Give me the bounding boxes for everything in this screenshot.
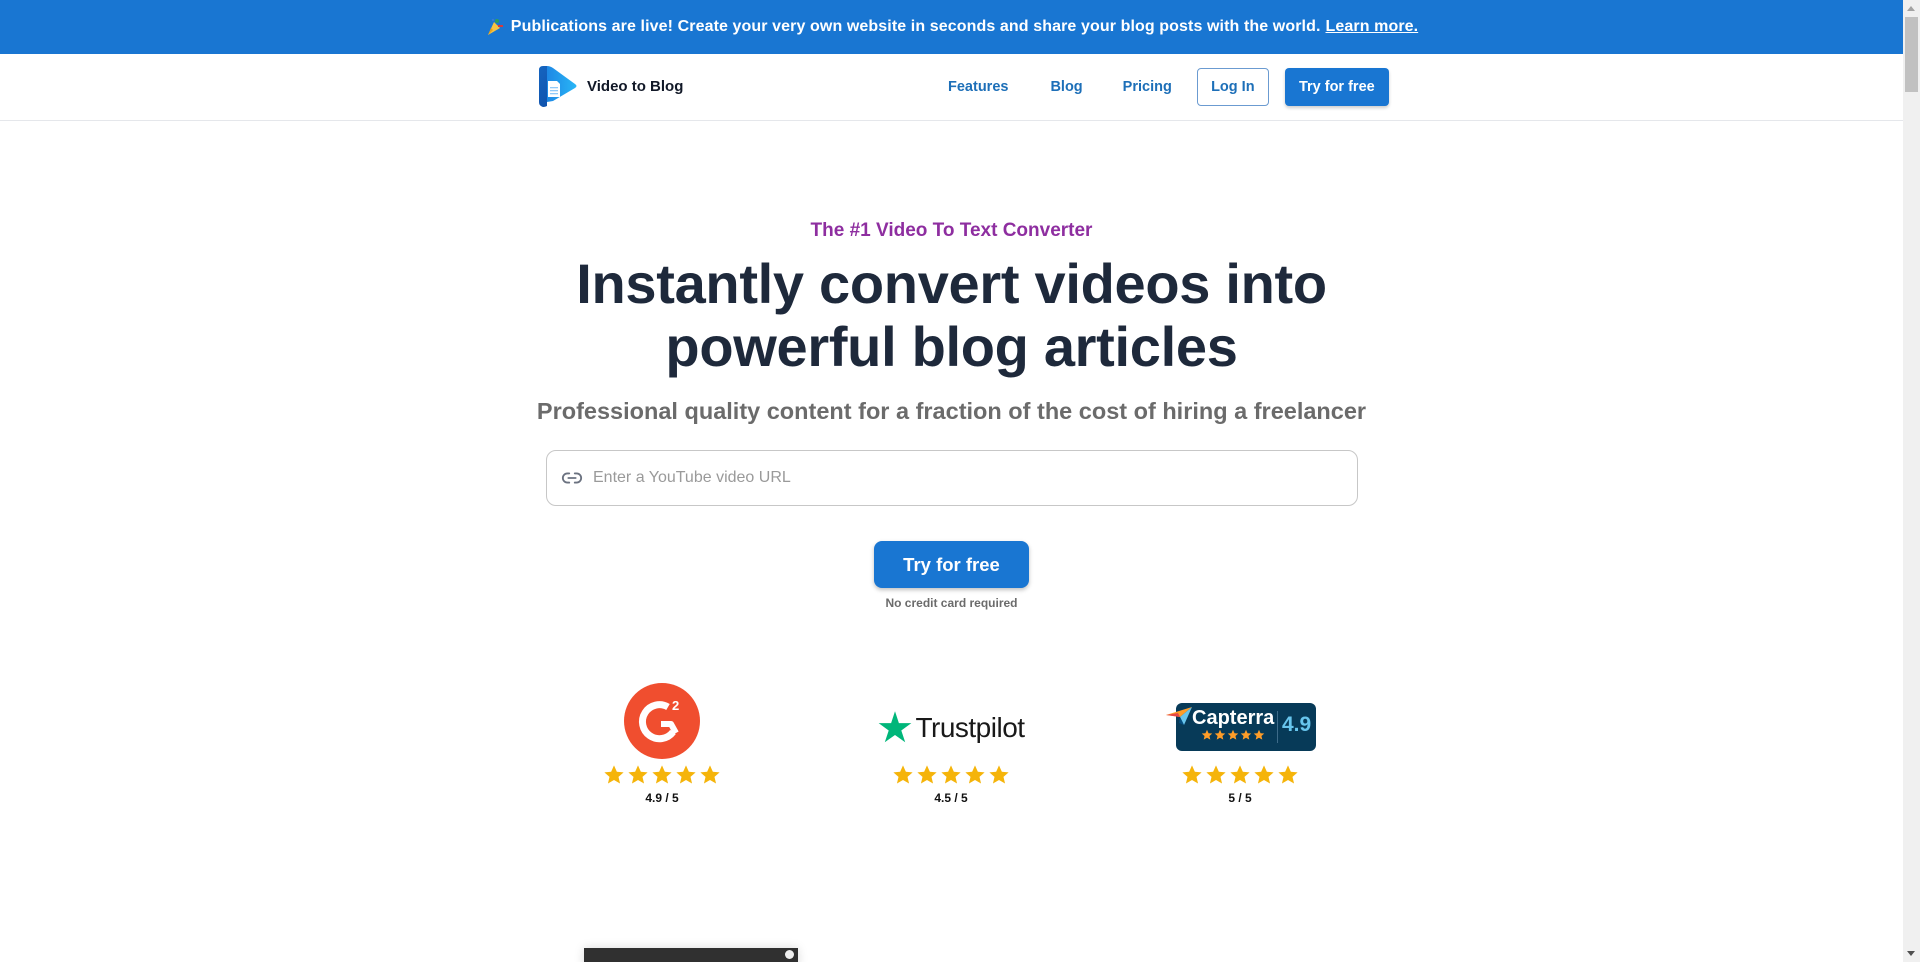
star-icon: [652, 765, 672, 784]
trustpilot-logo[interactable]: Trustpilot: [871, 684, 1031, 764]
party-popper-icon: [487, 18, 503, 35]
capterra-badge[interactable]: Capterra 4.9: [1166, 703, 1316, 751]
star-icon: [676, 765, 696, 784]
announcement-bar: Publications are live! Create your very …: [0, 0, 1903, 54]
youtube-url-input[interactable]: [593, 469, 1333, 487]
star-icon: [700, 765, 720, 784]
g2-score: 4.9 / 5: [645, 791, 679, 805]
capterra-score: 5 / 5: [1228, 791, 1252, 805]
brand-name: Video to Blog: [587, 77, 684, 95]
page-scrollbar[interactable]: [1903, 0, 1920, 962]
login-button[interactable]: Log In: [1196, 68, 1269, 106]
nav-links: Features Blog Pricing Log In Try for fre…: [948, 68, 1389, 106]
capterra-divider: [1277, 711, 1278, 743]
capterra-badge-score: 4.9: [1282, 713, 1312, 736]
star-icon: [965, 765, 985, 784]
brand-logo-link[interactable]: Video to Blog: [535, 64, 683, 108]
trustpilot-wordmark: Trustpilot: [915, 712, 1025, 743]
top-navigation: Video to Blog Features Blog Pricing Log …: [0, 54, 1903, 121]
star-icon: [1206, 765, 1226, 784]
capterra-arrow-icon: [1166, 707, 1192, 725]
star-icon: [1254, 765, 1274, 784]
announcement-text: Publications are live! Create your very …: [510, 18, 1321, 35]
capterra-badge-stars: [1192, 729, 1274, 741]
video-to-blog-logo-icon: [539, 66, 577, 107]
no-credit-card-note: No credit card required: [885, 596, 1018, 610]
link-icon: [561, 472, 583, 484]
rating-trustpilot: Trustpilot 4.5 / 5: [871, 684, 1031, 805]
star-icon: [604, 765, 624, 784]
star-icon: [941, 765, 961, 784]
star-icon: [893, 765, 913, 784]
g2-logo-icon[interactable]: 2: [624, 683, 700, 759]
star-icon: [1240, 729, 1252, 740]
star-icon: [1214, 729, 1226, 740]
nav-link-features[interactable]: Features: [948, 79, 1008, 95]
hero-headline: Instantly convert videos into powerful b…: [0, 252, 1903, 378]
scroll-down-arrow-icon[interactable]: [1907, 951, 1915, 956]
hero-headline-line-2: powerful blog articles: [665, 315, 1238, 378]
capterra-wordmark: Capterra: [1192, 707, 1275, 729]
capterra-stars: [1160, 764, 1320, 790]
hero-subheadline: Professional quality content for a fract…: [536, 398, 1367, 424]
youtube-url-field[interactable]: [546, 450, 1358, 506]
star-icon: [1230, 765, 1250, 784]
hero-try-for-free-button[interactable]: Try for free: [874, 541, 1029, 588]
page: Publications are live! Create your very …: [0, 0, 1903, 962]
star-icon: [989, 765, 1009, 784]
svg-text:2: 2: [672, 698, 679, 713]
trustpilot-star-icon: [879, 711, 912, 743]
scrollbar-thumb[interactable]: [1905, 17, 1918, 92]
rating-g2: 2 4.9 / 5: [582, 683, 742, 805]
star-icon: [1253, 729, 1265, 740]
nav-link-blog[interactable]: Blog: [1050, 79, 1082, 95]
nav-link-pricing[interactable]: Pricing: [1123, 79, 1172, 95]
g2-stars: [582, 764, 742, 790]
star-icon: [1201, 729, 1213, 740]
video-preview[interactable]: [584, 948, 798, 962]
rating-capterra: Capterra 4.9 5 / 5: [1160, 684, 1320, 805]
star-icon: [917, 765, 937, 784]
hero-headline-line-1: Instantly convert videos into: [576, 252, 1327, 315]
trustpilot-score: 4.5 / 5: [934, 791, 968, 805]
star-icon: [628, 765, 648, 784]
learn-more-link[interactable]: Learn more.: [1326, 18, 1419, 36]
trustpilot-stars: [871, 764, 1031, 790]
info-icon[interactable]: [785, 950, 794, 959]
star-icon: [1182, 765, 1202, 784]
scroll-up-arrow-icon[interactable]: [1907, 6, 1915, 11]
star-icon: [1227, 729, 1239, 740]
hero-eyebrow: The #1 Video To Text Converter: [810, 220, 1093, 241]
nav-try-for-free-button[interactable]: Try for free: [1284, 68, 1389, 106]
star-icon: [1278, 765, 1298, 784]
